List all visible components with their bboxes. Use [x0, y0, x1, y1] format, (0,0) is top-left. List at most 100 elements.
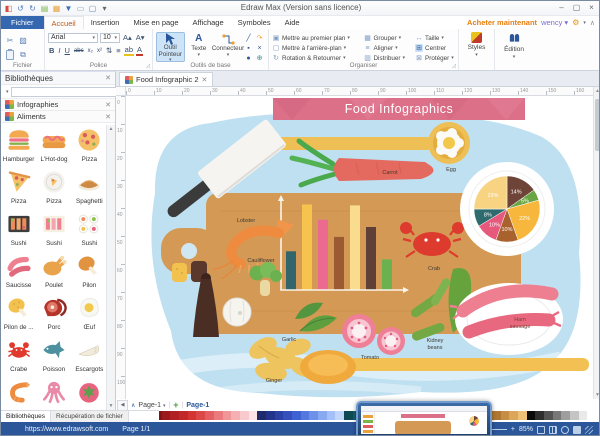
color-swatch[interactable]	[196, 411, 206, 420]
color-swatch[interactable]	[274, 411, 284, 420]
subscript-button[interactable]: x₂	[87, 48, 94, 54]
arc-tool-icon[interactable]: ↷	[254, 33, 265, 43]
edition-button[interactable]: Édition ▾	[498, 32, 530, 62]
color-swatch[interactable]	[257, 411, 266, 420]
page-dropdown[interactable]: Page-1 ▾	[138, 402, 165, 409]
styles-button[interactable]: Styles ▾	[462, 32, 491, 62]
color-swatch[interactable]	[161, 411, 171, 420]
document-tab[interactable]: Food Infographic 2 ✕	[119, 72, 214, 86]
library-item-poulet[interactable]: Poulet	[36, 253, 71, 295]
gear-caret-icon[interactable]: ▾	[583, 20, 586, 26]
bar-chart-bar[interactable]	[318, 219, 328, 290]
color-swatch[interactable]	[300, 411, 310, 420]
page-tab-active[interactable]: Page-1	[186, 402, 209, 409]
close-tab-icon[interactable]: ✕	[202, 76, 208, 84]
taskbar-thumbnail-preview[interactable]	[356, 401, 492, 435]
italic-button[interactable]: I	[57, 46, 61, 55]
library-item-pilon[interactable]: Pilon	[72, 253, 107, 295]
color-swatch[interactable]	[231, 411, 240, 420]
color-swatch[interactable]	[561, 411, 570, 420]
color-swatch[interactable]	[187, 411, 197, 420]
shrink-font-icon[interactable]: A▾	[135, 33, 146, 42]
color-swatch[interactable]	[309, 411, 319, 420]
panel-tab-r-cup-ration-de-fichier[interactable]: Récupération de fichier	[51, 411, 129, 422]
library-picker-caret-icon[interactable]: ▾	[6, 89, 9, 95]
scroll-left-icon[interactable]: ◀	[117, 399, 128, 411]
pointer-tool-button[interactable]: Outil Pointeur ▾	[156, 32, 185, 63]
zoom-in-icon[interactable]: +	[511, 426, 515, 433]
color-swatch[interactable]	[170, 411, 180, 420]
library-item-sushi[interactable]: Sushi	[36, 211, 71, 253]
color-swatch[interactable]	[213, 411, 223, 420]
minimize-button[interactable]: –	[554, 1, 569, 14]
font-name-select[interactable]: Arial ▾	[48, 32, 98, 43]
scroll-down-icon[interactable]: ▼	[107, 403, 115, 409]
scroll-up-icon[interactable]: ▲	[594, 88, 599, 94]
collapse-pages-icon[interactable]: ∧	[131, 402, 135, 409]
ginger-label[interactable]: Ginger	[266, 378, 283, 384]
format-painter-icon[interactable]: ▨	[17, 33, 29, 47]
zoom-level[interactable]: 85%	[519, 426, 533, 433]
tab-mise-en-page[interactable]: Mise en page	[126, 16, 185, 29]
organiser-mettre-au-premier-plan[interactable]: ▣ Mettre au premier plan ▾	[272, 33, 360, 43]
bar-chart-bar[interactable]	[286, 251, 296, 290]
garlic-label[interactable]: Garlic	[282, 337, 297, 343]
library-section-aliments[interactable]: Aliments ✕	[1, 111, 115, 123]
dialog-launcher-icon[interactable]: ◿	[452, 63, 456, 69]
grow-font-icon[interactable]: A▴	[122, 33, 133, 42]
close-panel-icon[interactable]: ✕	[105, 74, 111, 82]
bar-chart-bar[interactable]	[382, 259, 392, 290]
dialog-launcher-icon[interactable]: ◿	[146, 63, 150, 69]
font-color-icon[interactable]: A	[136, 45, 144, 56]
collapse-ribbon-icon[interactable]: ∧	[590, 19, 595, 27]
library-item-pizza[interactable]: Pizza	[72, 127, 107, 169]
garlic-shape[interactable]	[222, 297, 252, 327]
tab-symboles[interactable]: Symboles	[231, 16, 278, 29]
carrot-label[interactable]: Carrot	[382, 170, 398, 176]
library-item-uf[interactable]: Œuf	[72, 295, 107, 337]
scrollbar-thumb[interactable]	[595, 99, 599, 151]
color-swatch[interactable]	[535, 411, 544, 420]
library-item-pizza[interactable]: Pizza	[36, 169, 71, 211]
color-swatch[interactable]	[239, 411, 249, 420]
color-swatch[interactable]	[248, 411, 258, 420]
tab-affichage[interactable]: Affichage	[186, 16, 231, 29]
bar-chart-bar[interactable]	[350, 205, 360, 290]
library-section-infographies[interactable]: Infographies ✕	[1, 99, 115, 111]
tab-aide[interactable]: Aide	[278, 16, 307, 29]
library-item-escargots[interactable]: Escargots	[72, 337, 107, 379]
salt-shaker-shape[interactable]	[172, 263, 187, 282]
text-tool-button[interactable]: A Texte ▾	[185, 32, 214, 62]
color-swatch[interactable]	[491, 411, 501, 420]
organiser-mettre-l-arri-re-plan[interactable]: ▢ Mettre à l'arrière-plan ▾	[272, 43, 360, 53]
full-screen-icon[interactable]	[573, 425, 581, 434]
organiser-grouper[interactable]: ▦ Grouper ▾	[364, 33, 412, 43]
library-item-tomato[interactable]	[72, 379, 107, 410]
bold-button[interactable]: B	[48, 46, 55, 55]
kidney-label-line2[interactable]: beans	[428, 345, 443, 351]
color-swatch[interactable]	[578, 411, 588, 420]
library-item-saucisse[interactable]: Saucisse	[1, 253, 36, 295]
zoom-select-icon[interactable]	[561, 425, 569, 434]
color-swatch[interactable]	[509, 411, 518, 420]
strikethrough-button[interactable]: abc	[73, 48, 85, 54]
color-swatch[interactable]	[500, 411, 510, 420]
library-item-octopus[interactable]	[36, 379, 71, 410]
ham-label-line1[interactable]: Ham	[514, 317, 526, 323]
library-item-porc[interactable]: Porc	[36, 295, 71, 337]
bar-chart-bar[interactable]	[366, 227, 376, 290]
color-swatch[interactable]	[517, 411, 527, 420]
color-swatch[interactable]	[292, 411, 301, 420]
superscript-button[interactable]: x²	[96, 48, 103, 54]
copy-icon[interactable]: ⧉	[17, 48, 29, 62]
kidney-label-line1[interactable]: Kidney	[427, 338, 444, 344]
organiser-aligner[interactable]: ≡ Aligner ▾	[364, 43, 412, 53]
color-swatch[interactable]	[543, 411, 553, 420]
add-page-button[interactable]: +	[173, 400, 178, 410]
color-swatch[interactable]	[222, 411, 232, 420]
freeform-tool-icon[interactable]: ×	[254, 43, 265, 53]
settings-gear-icon[interactable]: ⚙	[572, 18, 579, 27]
library-item-poisson[interactable]: Poisson	[36, 337, 71, 379]
egg-label[interactable]: Egg	[446, 167, 456, 173]
color-swatch[interactable]	[570, 411, 579, 420]
